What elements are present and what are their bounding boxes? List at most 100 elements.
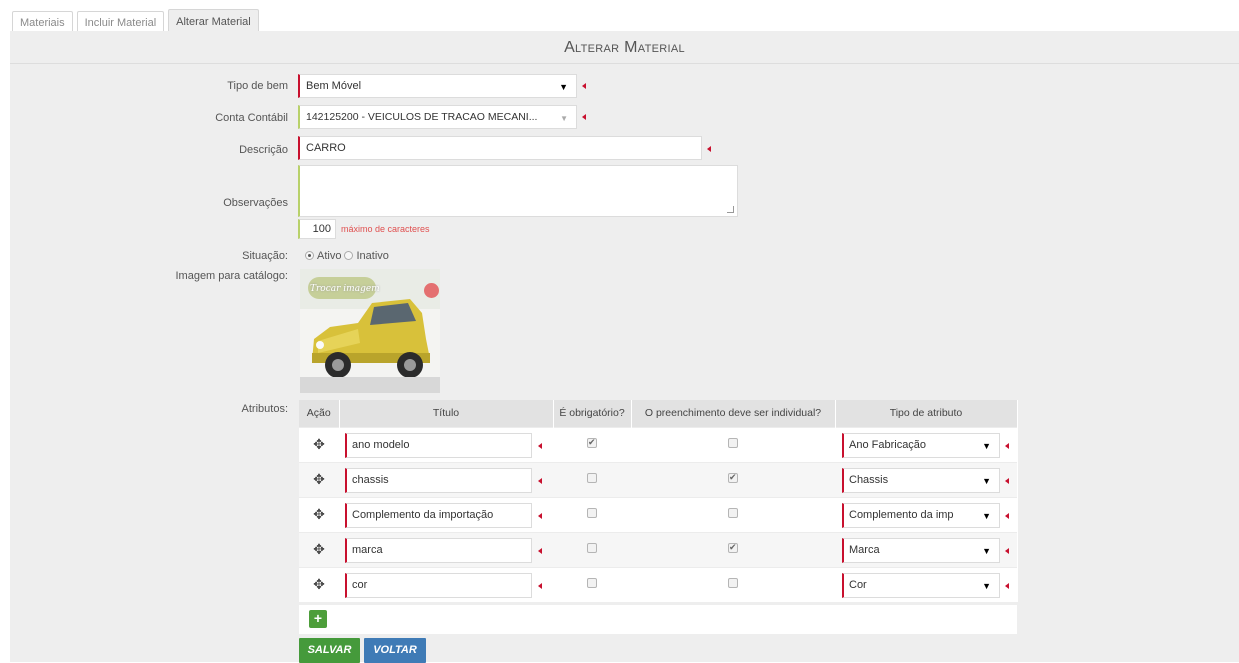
back-button[interactable]: VOLTAR <box>364 638 426 663</box>
obrigatorio-checkbox[interactable] <box>587 437 597 448</box>
individual-checkbox[interactable] <box>728 542 738 553</box>
column-header-acao: Ação <box>299 400 340 427</box>
situacao-radio-group: Ativo Inativo <box>305 250 392 262</box>
column-header-tipo: Tipo de atributo <box>835 400 1018 427</box>
titulo-value: chassis <box>352 474 389 486</box>
move-arrows-icon[interactable]: ✥ <box>313 541 325 558</box>
remove-image-icon[interactable] <box>424 283 439 298</box>
required-marker-icon <box>1005 547 1009 554</box>
tipo-atributo-select[interactable]: Ano Fabricação ▼ <box>842 432 1000 458</box>
titulo-value: marca <box>352 544 383 556</box>
titulo-input[interactable]: marca <box>345 537 532 563</box>
caret-down-icon: ▼ <box>982 475 991 486</box>
required-marker-icon <box>538 442 542 449</box>
tipo-bem-label: Tipo de bem <box>227 80 288 92</box>
caret-down-icon: ▼ <box>982 580 991 591</box>
situacao-label: Situação: <box>242 250 288 262</box>
titulo-value: ano modelo <box>352 439 410 451</box>
caret-down-icon: ▼ <box>982 545 991 556</box>
required-marker-icon <box>1005 512 1009 519</box>
titulo-input[interactable]: ano modelo <box>345 432 532 458</box>
tipo-value: Cor <box>849 579 867 591</box>
required-marker-icon <box>1005 582 1009 589</box>
tab-incluir-material[interactable]: Incluir Material <box>76 11 165 33</box>
radio-inativo-label: Inativo <box>356 250 389 262</box>
tab-materiais[interactable]: Materiais <box>12 11 73 33</box>
move-arrows-icon[interactable]: ✥ <box>313 436 325 453</box>
caret-down-icon: ▼ <box>559 82 568 92</box>
radio-inativo[interactable] <box>344 251 354 260</box>
tipo-atributo-select[interactable]: Cor ▼ <box>842 572 1000 598</box>
required-marker-icon <box>707 146 711 152</box>
observacoes-label: Observações <box>223 197 288 209</box>
required-marker-icon <box>1005 477 1009 484</box>
individual-checkbox[interactable] <box>728 578 738 589</box>
table-row: ✥ ano modelo Ano Fabricação ▼ <box>299 426 1017 462</box>
obrigatorio-checkbox[interactable] <box>587 578 597 589</box>
required-marker-icon <box>582 83 586 89</box>
caret-down-icon: ▼ <box>560 114 568 123</box>
column-header-obrigatorio: É obrigatório? <box>553 400 632 427</box>
tipo-atributo-select[interactable]: Marca ▼ <box>842 537 1000 563</box>
descricao-input[interactable]: CARRO <box>298 136 702 160</box>
required-marker-icon <box>1005 442 1009 449</box>
add-attribute-button[interactable]: + <box>309 610 327 628</box>
obrigatorio-checkbox[interactable] <box>587 508 597 518</box>
descricao-label: Descrição <box>239 144 288 156</box>
tipo-value: Ano Fabricação <box>849 439 927 451</box>
tipo-atributo-select[interactable]: Complemento da imp ▼ <box>842 502 1000 528</box>
conta-contabil-value: 142125200 - VEICULOS DE TRACAO MECANI... <box>306 111 538 123</box>
move-arrows-icon[interactable]: ✥ <box>313 506 325 523</box>
individual-checkbox[interactable] <box>728 508 738 518</box>
observacoes-textarea[interactable] <box>298 165 738 217</box>
tipo-value: Marca <box>849 544 880 556</box>
trocar-imagem-text[interactable]: Trocar imagem <box>310 284 380 294</box>
table-row: ✥ marca Marca ▼ <box>299 531 1017 567</box>
conta-contabil-label: Conta Contábil <box>215 112 288 124</box>
caret-down-icon: ▼ <box>982 510 991 521</box>
catalog-image[interactable]: Trocar imagem <box>300 269 440 393</box>
radio-ativo[interactable] <box>305 251 314 260</box>
tipo-value: Complemento da imp <box>849 509 954 521</box>
titulo-value: Complemento da importação <box>352 509 494 521</box>
page-title: Alterar Material <box>10 31 1239 64</box>
column-header-titulo: Título <box>339 400 554 427</box>
move-arrows-icon[interactable]: ✥ <box>313 576 325 593</box>
required-marker-icon <box>538 512 542 519</box>
titulo-input[interactable]: Complemento da importação <box>345 502 532 528</box>
tipo-bem-select[interactable]: Bem Móvel ▼ <box>298 74 577 98</box>
required-marker-icon <box>538 582 542 589</box>
titulo-input[interactable]: chassis <box>345 467 532 493</box>
char-counter-hint: máximo de caracteres <box>341 224 430 234</box>
tipo-bem-value: Bem Móvel <box>306 80 362 92</box>
required-marker-icon <box>538 547 542 554</box>
table-row: ✥ chassis Chassis ▼ <box>299 461 1017 497</box>
individual-checkbox[interactable] <box>728 438 738 448</box>
table-row: ✥ cor Cor ▼ <box>299 566 1017 602</box>
caret-down-icon: ▼ <box>982 440 991 451</box>
titulo-value: cor <box>352 579 368 591</box>
descricao-value: CARRO <box>306 142 346 154</box>
required-marker-icon <box>582 114 586 120</box>
table-row: ✥ Complemento da importação Complemento … <box>299 496 1017 532</box>
resize-handle-icon[interactable] <box>727 206 734 213</box>
individual-checkbox[interactable] <box>728 472 738 483</box>
move-arrows-icon[interactable]: ✥ <box>313 471 325 488</box>
atributos-label: Atributos: <box>241 403 288 415</box>
column-header-individual: O preenchimento deve ser individual? <box>631 400 836 427</box>
char-counter: 100 <box>298 219 336 239</box>
radio-ativo-label: Ativo <box>317 250 342 262</box>
obrigatorio-checkbox[interactable] <box>587 473 597 483</box>
attributes-table: Ação Título É obrigatório? O preenchimen… <box>299 400 1018 602</box>
tab-alterar-material[interactable]: Alterar Material <box>168 9 259 33</box>
required-marker-icon <box>538 477 542 484</box>
add-row-area <box>299 605 1017 634</box>
tipo-value: Chassis <box>849 474 889 486</box>
tipo-atributo-select[interactable]: Chassis ▼ <box>842 467 1000 493</box>
conta-contabil-select[interactable]: 142125200 - VEICULOS DE TRACAO MECANI...… <box>298 105 577 129</box>
obrigatorio-checkbox[interactable] <box>587 543 597 553</box>
imagem-label: Imagem para catálogo: <box>175 270 288 282</box>
save-button[interactable]: SALVAR <box>299 638 360 663</box>
titulo-input[interactable]: cor <box>345 572 532 598</box>
tab-bar: Materiais Incluir Material Alterar Mater… <box>12 9 263 33</box>
